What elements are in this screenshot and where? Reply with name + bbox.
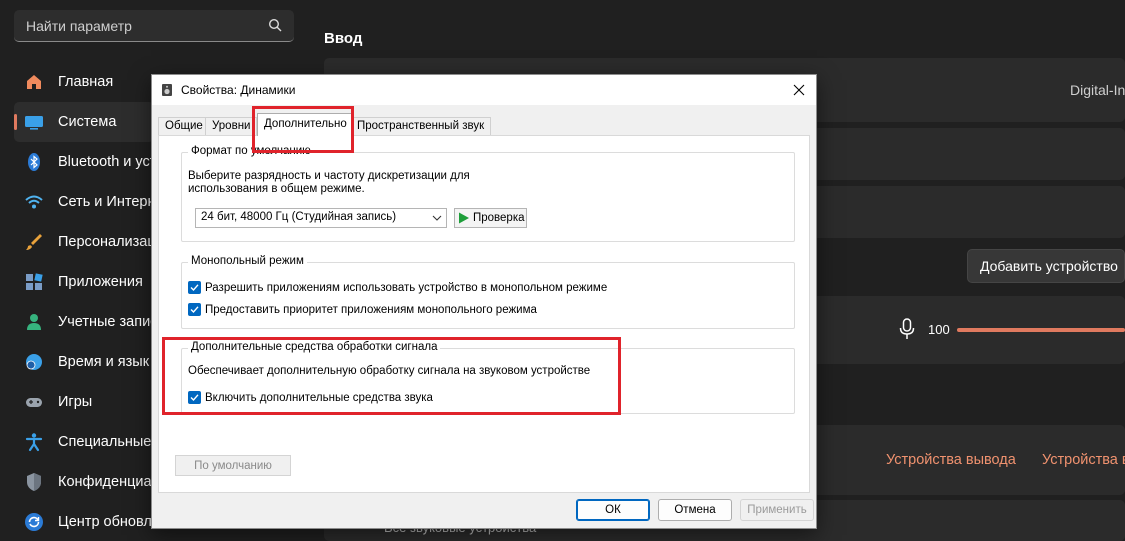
default-format-group: Формат по умолчанию Выберите разрядность…	[181, 145, 795, 242]
nav-label: Игры	[58, 394, 93, 410]
checkbox-checked[interactable]	[188, 281, 201, 294]
brush-icon	[24, 232, 44, 252]
exclusive-allow-row[interactable]: Разрешить приложениям использовать устро…	[188, 281, 607, 294]
search-icon	[268, 18, 282, 32]
nav-label: Время и язык	[58, 354, 150, 370]
exclusive-priority-row[interactable]: Предоставить приоритет приложениям моноп…	[188, 303, 537, 316]
dialog-title: Свойства: Динамики	[181, 83, 296, 97]
test-button[interactable]: Проверка	[454, 208, 527, 228]
speaker-properties-dialog: Свойства: Динамики Общие Уровни Дополнит…	[151, 74, 817, 529]
exclusive-mode-group: Монопольный режим Разрешить приложениям …	[181, 255, 795, 329]
nav-item-windows-update[interactable]: Центр обновления Windows	[14, 502, 154, 541]
search-placeholder: Найти параметр	[26, 18, 132, 34]
nav-label: Специальные возможности	[58, 434, 154, 450]
settings-search-box[interactable]: Найти параметр	[14, 10, 294, 42]
settings-nav: Главная Система Bluetooth и устройства С…	[14, 62, 154, 541]
volume-value: 100	[928, 322, 950, 337]
shield-icon	[24, 472, 44, 492]
format-description: использования в общем режиме.	[188, 183, 365, 195]
nav-label: Приложения	[58, 274, 143, 290]
checkbox-checked[interactable]	[188, 303, 201, 316]
chevron-down-icon	[432, 215, 442, 221]
input-devices-link[interactable]: Устройства в	[1042, 452, 1125, 468]
nav-item-system[interactable]: Система	[14, 102, 154, 142]
dialog-titlebar: Свойства: Динамики	[152, 75, 816, 105]
checkbox-label: Предоставить приоритет приложениям моноп…	[205, 303, 537, 316]
nav-label: Конфиденциальность и защита	[58, 474, 154, 490]
nav-label: Центр обновления Windows	[58, 514, 154, 530]
ok-button[interactable]: ОК	[576, 499, 650, 521]
nav-item-personalization[interactable]: Персонализация	[14, 222, 154, 262]
checkbox-label: Разрешить приложениям использовать устро…	[205, 281, 608, 294]
wifi-icon	[24, 192, 44, 212]
home-icon	[24, 72, 44, 92]
format-select[interactable]: 24 бит, 48000 Гц (Студийная запись)	[195, 208, 447, 228]
nav-item-apps[interactable]: Приложения	[14, 262, 154, 302]
nav-label: Персонализация	[58, 234, 154, 250]
monitor-icon	[24, 112, 44, 132]
globe-clock-icon	[24, 352, 44, 372]
user-icon	[24, 312, 44, 332]
accessibility-icon	[24, 432, 44, 452]
nav-item-accessibility[interactable]: Специальные возможности	[14, 422, 154, 462]
nav-item-bluetooth[interactable]: Bluetooth и устройства	[14, 142, 154, 182]
nav-label: Учетные записи	[58, 314, 154, 330]
nav-label: Главная	[58, 74, 114, 90]
test-button-label: Проверка	[473, 212, 525, 224]
microphone-icon	[899, 318, 915, 339]
volume-slider[interactable]	[957, 328, 1125, 332]
nav-item-privacy[interactable]: Конфиденциальность и защита	[14, 462, 154, 502]
nav-item-gaming[interactable]: Игры	[14, 382, 154, 422]
apply-button[interactable]: Применить	[740, 499, 814, 521]
tab-levels[interactable]: Уровни	[205, 117, 258, 136]
group-title: Монопольный режим	[188, 255, 307, 267]
advanced-tab-panel: Формат по умолчанию Выберите разрядность…	[158, 135, 810, 493]
section-title: Ввод	[324, 30, 363, 47]
format-select-value: 24 бит, 48000 Гц (Студийная запись)	[201, 211, 397, 223]
add-device-button[interactable]: Добавить устройство	[967, 249, 1125, 283]
close-icon	[793, 84, 805, 96]
device-name: Digital-In	[1070, 82, 1125, 98]
nav-item-accounts[interactable]: Учетные записи	[14, 302, 154, 342]
nav-label: Сеть и Интернет	[58, 194, 154, 210]
output-devices-link[interactable]: Устройства вывода	[886, 452, 1016, 468]
nav-item-home[interactable]: Главная	[14, 62, 154, 102]
nav-label: Bluetooth и устройства	[58, 154, 154, 170]
gamepad-icon	[24, 392, 44, 412]
bluetooth-icon	[24, 152, 44, 172]
tab-general[interactable]: Общие	[158, 117, 210, 136]
nav-label: Система	[58, 114, 117, 130]
play-icon	[459, 212, 469, 224]
speaker-icon	[162, 84, 172, 96]
update-icon	[24, 512, 44, 532]
highlight-box-advanced-tab	[252, 106, 354, 153]
restore-defaults-button[interactable]: По умолчанию	[175, 455, 291, 476]
close-button[interactable]	[788, 79, 810, 101]
tab-spatial-sound[interactable]: Пространственный звук	[350, 117, 492, 136]
apps-icon	[24, 272, 44, 292]
cancel-button[interactable]: Отмена	[658, 499, 732, 521]
nav-item-network[interactable]: Сеть и Интернет	[14, 182, 154, 222]
highlight-box-enhancements	[162, 337, 621, 415]
nav-item-time-language[interactable]: Время и язык	[14, 342, 154, 382]
